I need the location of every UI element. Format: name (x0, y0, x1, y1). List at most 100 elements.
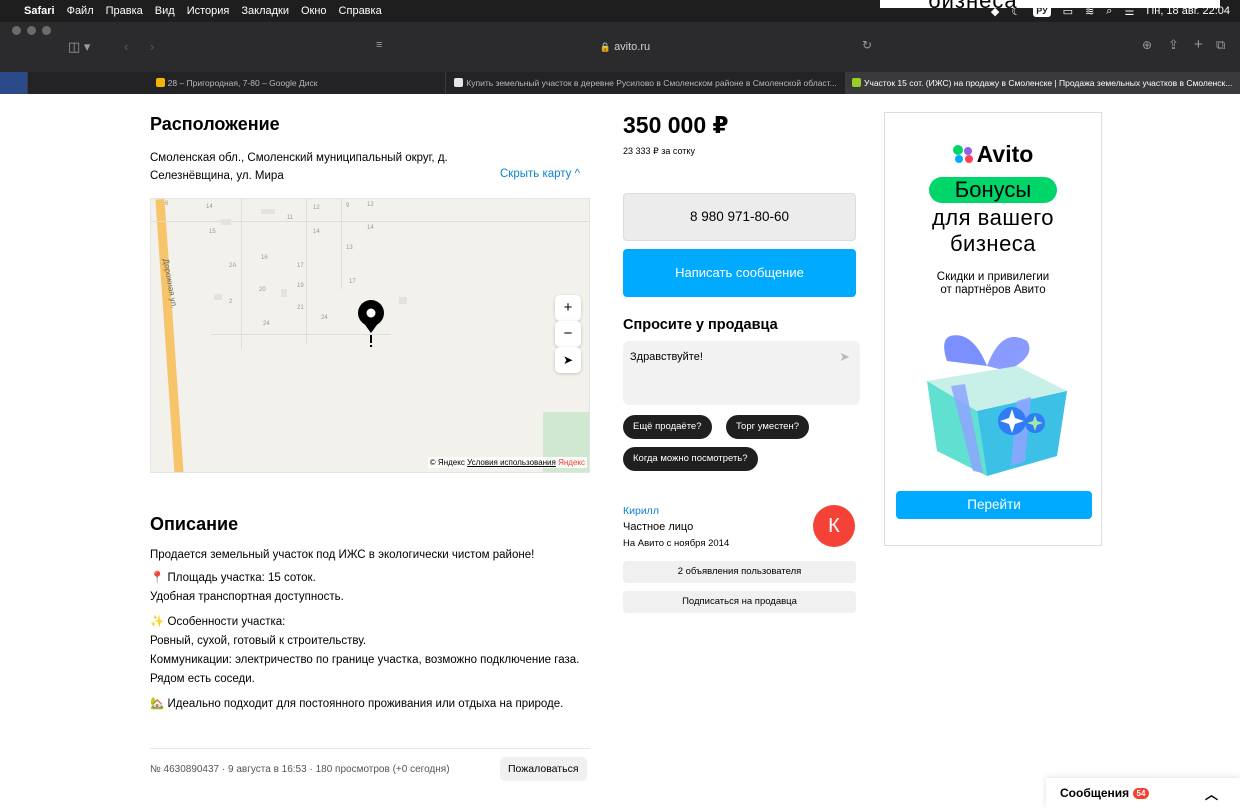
ask-seller-input[interactable]: Здравствуйте! ➤ (623, 341, 860, 405)
description-body: Продается земельный участок под ИЖС в эк… (150, 546, 590, 714)
description-line: Удобная транспортная доступность. (150, 591, 344, 603)
back-arrow-icon[interactable]: ‹ (124, 39, 128, 54)
quick-question-still-selling[interactable]: Ещё продаёте? (623, 415, 712, 439)
map-building (261, 209, 275, 214)
location-heading: Расположение (150, 114, 280, 134)
menu-history[interactable]: История (187, 5, 230, 17)
google-drive-icon (155, 78, 165, 87)
ad-headline-line3: бизнеса (949, 231, 1037, 256)
tab-label: Купить земельный участок в деревне Русил… (466, 78, 837, 88)
menu-help[interactable]: Справка (339, 5, 382, 17)
menu-view[interactable]: Вид (155, 5, 175, 17)
phone-button[interactable]: 8 980 971-80-60 (623, 193, 856, 241)
new-tab-icon[interactable]: + (1194, 36, 1203, 53)
description-line: Ровный, сухой, готовый к строительству. (150, 635, 367, 647)
map-road (155, 199, 184, 472)
zoom-window-button[interactable] (42, 26, 51, 35)
seller-type: Частное лицо (623, 521, 694, 533)
menu-edit[interactable]: Правка (106, 5, 143, 17)
map-street-line (306, 199, 307, 344)
tab-label: Участок 15 сот. (ИЖС) на продажу в Смоле… (864, 78, 1233, 88)
divider (150, 748, 590, 749)
description-line: 🏡 Идеально подходит для постоянного прож… (150, 698, 564, 710)
listing-meta: № 4630890437 · 9 августа в 16:53 · 180 п… (150, 764, 450, 775)
map-street-line (241, 199, 242, 349)
ad-go-button[interactable]: Перейти (896, 491, 1092, 519)
messages-label: Сообщения (1060, 786, 1130, 800)
write-message-button[interactable]: Написать сообщение (623, 249, 856, 297)
zoom-out-button[interactable]: − (555, 321, 581, 347)
menu-window[interactable]: Окно (301, 5, 327, 17)
avito-dots-icon (952, 145, 975, 163)
map-building (214, 294, 222, 300)
zoom-in-button[interactable]: + (555, 295, 581, 321)
report-button[interactable]: Пожаловаться (500, 757, 587, 781)
tab-avito-active[interactable]: Участок 15 сот. (ИЖС) на продажу в Смоле… (846, 72, 1240, 94)
seller-name-link[interactable]: Кирилл (623, 505, 659, 517)
map-building (399, 297, 407, 304)
menu-app-name[interactable]: Safari (24, 5, 55, 17)
map-copyright: © Яндекс Условия использования Яндекс (427, 457, 587, 468)
ad-headline-bonus: Бонусы (929, 177, 1057, 203)
description-line: 📍 Площадь участка: 15 соток. (150, 572, 316, 584)
ad-banner[interactable]: Avito Бонусы для вашего бизнеса Скидки и… (884, 112, 1102, 546)
lock-icon: 🔒 (599, 42, 612, 52)
map-terms-link[interactable]: Условия использования (467, 458, 556, 467)
description-line: Коммуникации: электричество по границе у… (150, 654, 580, 685)
share-icon[interactable]: ⇪ (1168, 37, 1179, 53)
hide-map-link[interactable]: Скрыть карту ^ (500, 168, 580, 180)
gift-box-icon (907, 311, 1079, 486)
address-bar[interactable]: 🔒 avito.ru (365, 38, 885, 56)
reload-icon[interactable]: ↻ (862, 38, 872, 52)
ask-seller-text: Здравствуйте! (630, 351, 703, 363)
ad-subtitle: Скидки и привилегии от партнёров Авито (936, 271, 1050, 296)
geolocate-icon[interactable]: ➤ (555, 347, 581, 373)
price-per-hundred: 23 333 ₽ за сотку (623, 146, 695, 156)
window-controls (12, 26, 51, 35)
subscribe-seller-button[interactable]: Подписаться на продавца (623, 591, 856, 613)
send-icon[interactable]: ➤ (839, 349, 850, 365)
site-favicon-icon (454, 78, 464, 87)
messages-widget[interactable]: Сообщения 54 ︿ (1046, 778, 1240, 808)
ask-seller-heading: Спросите у продавца (623, 317, 778, 333)
quick-question-bargain[interactable]: Торг уместен? (726, 415, 809, 439)
minimize-window-button[interactable] (27, 26, 36, 35)
description-heading: Описание (150, 514, 239, 534)
yandex-map[interactable]: 6 14 12 9 12 11 14 15 14 13 16 17 2А 17 … (150, 198, 590, 473)
yandex-logo: Яндекс (558, 458, 585, 467)
location-address: Смоленская обл., Смоленский муниципальны… (150, 152, 448, 182)
forward-arrow-icon[interactable]: › (150, 39, 154, 54)
chevron-up-icon[interactable]: ︿ (1205, 784, 1218, 803)
tab-bar: 28 – Пригородная, 7-80 – Google Диск Куп… (0, 72, 1240, 94)
seller-listings-button[interactable]: 2 объявления пользователя (623, 561, 856, 583)
map-pin-icon (357, 299, 385, 354)
map-street-line (341, 199, 342, 289)
map-street-line (151, 221, 589, 222)
tab-listing-rusilovo[interactable]: Купить земельный участок в деревне Русил… (446, 72, 846, 94)
avito-favicon-icon (852, 78, 861, 87)
description-line: ✨ Особенности участка: (150, 616, 286, 628)
seller-since: На Авито с ноября 2014 (623, 538, 730, 549)
avito-logo: Avito (885, 141, 1101, 168)
sidebar-toggle-icon[interactable]: ◫ ▾ (68, 39, 90, 55)
page-content: Расположение Смоленская обл., Смоленский… (0, 94, 1240, 808)
ad-headline-line2: для вашего (931, 205, 1055, 230)
menu-file[interactable]: Файл (67, 5, 94, 17)
menu-bookmarks[interactable]: Закладки (241, 5, 289, 17)
price: 350 000 ₽ (623, 112, 729, 138)
tab-label: 28 – Пригородная, 7-80 – Google Диск (167, 78, 318, 88)
seller-avatar[interactable]: К (813, 505, 855, 547)
close-window-button[interactable] (12, 26, 21, 35)
pinned-tab[interactable] (0, 72, 28, 94)
map-building (221, 219, 231, 225)
safari-toolbar: ◫ ▾ ‹ › ≡ 🔒 avito.ru ↻ ⊕ ⇪ + ⧉ (0, 22, 1240, 72)
address-url: avito.ru (614, 41, 651, 53)
overlapping-window-edge: бизнеса (880, 0, 1220, 8)
quick-question-viewing[interactable]: Когда можно посмотреть? (623, 447, 758, 471)
tab-overview-icon[interactable]: ⧉ (1216, 37, 1225, 53)
map-building (281, 289, 287, 297)
messages-count-badge: 54 (1132, 788, 1150, 799)
tab-google-drive[interactable]: 28 – Пригородная, 7-80 – Google Диск (28, 72, 446, 94)
downloads-icon[interactable]: ⊕ (1142, 38, 1152, 52)
description-paragraph: Продается земельный участок под ИЖС в эк… (150, 549, 535, 561)
